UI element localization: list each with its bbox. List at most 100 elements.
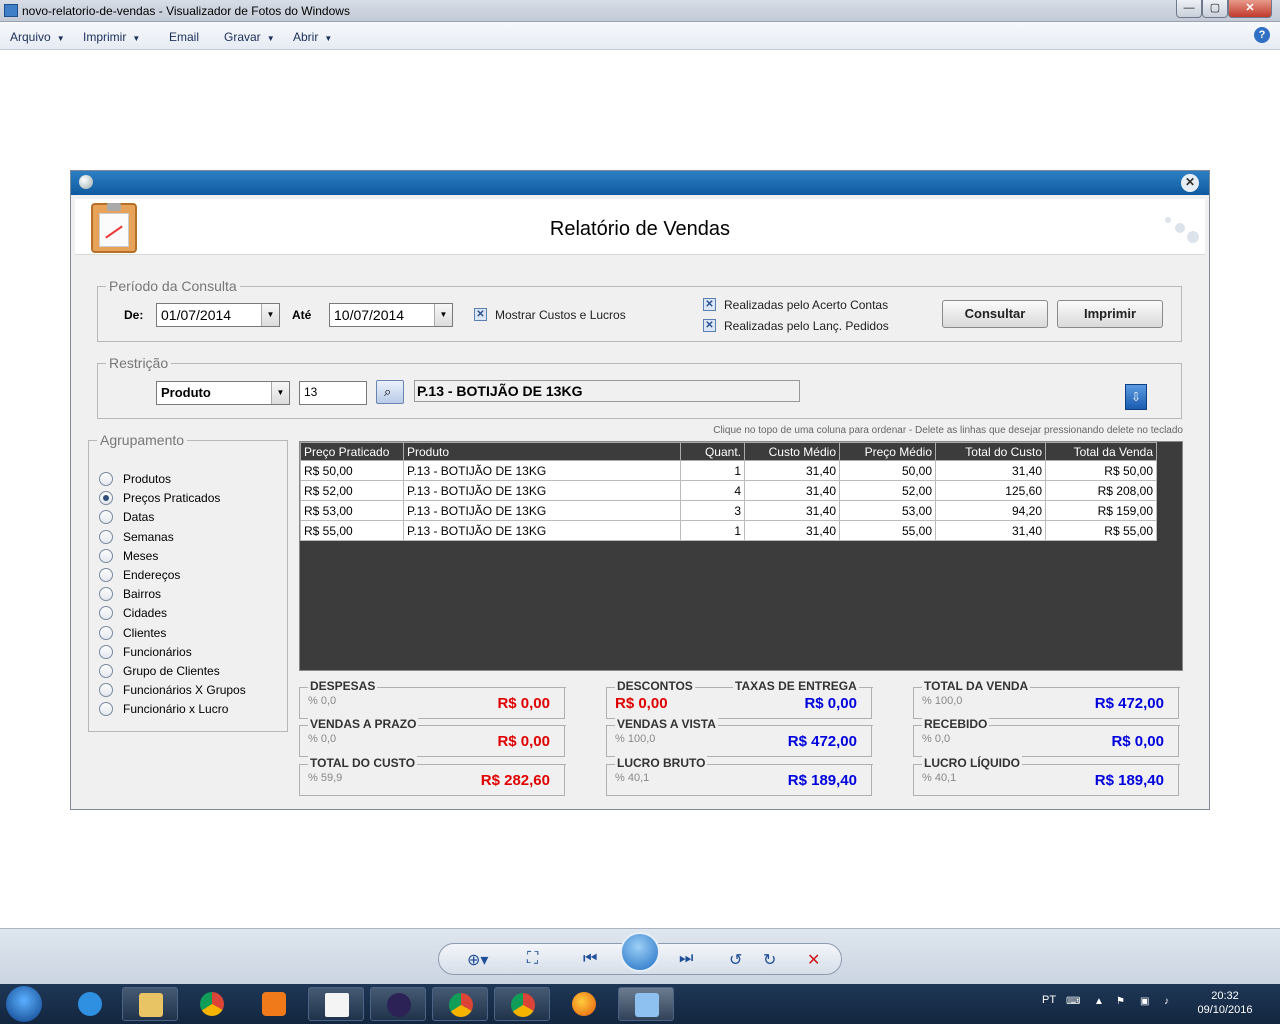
previous-icon[interactable]: ⏮ <box>583 950 597 968</box>
sales-grid[interactable]: Preço Praticado Produto Quant. Custo Médio P… <box>299 441 1183 671</box>
consultar-button[interactable]: Consultar <box>942 300 1048 328</box>
delete-icon[interactable]: ✕ <box>807 950 820 970</box>
menu-gravar[interactable]: Gravar ▼ <box>224 30 275 44</box>
report-window: ✕ Relatório de Vendas Período da Consult… <box>70 170 1210 810</box>
network-icon[interactable]: ▣ <box>1140 996 1152 1008</box>
taskbar-explorer[interactable] <box>122 987 178 1021</box>
radio-button[interactable] <box>99 510 113 525</box>
rotate-left-icon[interactable]: ↺ <box>729 950 742 970</box>
total-venda-box: TOTAL DA VENDA % 100,0 R$ 472,00 <box>913 679 1180 719</box>
menu-abrir[interactable]: Abrir ▼ <box>293 30 332 44</box>
firefox-icon <box>572 992 596 1016</box>
viewer-menubar: Arquivo ▼ Imprimir ▼ Email Gravar ▼ Abrir ▼ <box>0 22 1280 50</box>
search-product-button[interactable]: ⌕ <box>376 380 404 404</box>
table-cell: R$ 53,00 <box>300 500 404 521</box>
eclipse-icon <box>387 993 411 1017</box>
table-cell: 1 <box>680 520 745 541</box>
imprimir-button[interactable]: Imprimir <box>1057 300 1163 328</box>
column-header[interactable]: Produto <box>403 442 681 461</box>
table-row[interactable]: R$ 55,00 P.13 - BOTIJÃO DE 13KG 1 31,40 55,0… <box>300 520 1157 541</box>
table-cell: P.13 - BOTIJÃO DE 13KG <box>403 480 681 501</box>
table-cell: 50,00 <box>839 460 936 481</box>
download-arrow-icon[interactable]: ⇩ <box>1125 384 1147 410</box>
taskbar-chrome-3[interactable] <box>494 987 550 1021</box>
taskbar-photo-viewer[interactable] <box>618 987 674 1021</box>
acerto-contas-checkbox[interactable]: ✕ <box>703 298 716 311</box>
slideshow-button[interactable] <box>620 932 660 972</box>
mostrar-custos-checkbox[interactable]: ✕ <box>474 308 487 321</box>
chevron-down-icon[interactable]: ▼ <box>261 304 279 326</box>
sales-table[interactable]: Preço Praticado Produto Quant. Custo Médio P… <box>300 442 1157 541</box>
menu-imprimir[interactable]: Imprimir ▼ <box>83 30 140 44</box>
zoom-icon[interactable]: ⊕▾ <box>467 950 488 970</box>
actual-size-icon[interactable]: ⛶ <box>527 950 538 968</box>
vendas-vista-box: VENDAS A VISTA % 100,0 R$ 472,00 <box>606 717 873 757</box>
vendas-vista-pct: % 100,0 <box>615 733 656 745</box>
next-icon[interactable]: ⏭ <box>679 950 693 968</box>
radio-button[interactable] <box>99 702 113 717</box>
column-header[interactable]: Quant. <box>680 442 745 461</box>
periodo-group: Período da Consulta De: 01/07/2014 ▼ Até… <box>97 278 1182 342</box>
minimize-button[interactable]: — <box>1176 0 1202 18</box>
column-header[interactable]: Preço Médio <box>839 442 936 461</box>
chrome-icon <box>449 993 473 1017</box>
radio-button[interactable] <box>99 472 113 486</box>
vendas-prazo-box: VENDAS A PRAZO % 0,0 R$ 0,00 <box>299 717 566 757</box>
radio-button[interactable] <box>99 491 113 506</box>
tray-expand-icon[interactable]: ▲ <box>1094 996 1106 1008</box>
date-from-combo[interactable]: 01/07/2014 ▼ <box>156 303 280 327</box>
radio-button[interactable] <box>99 568 113 582</box>
product-code-input[interactable]: 13 <box>299 381 367 405</box>
rotate-right-icon[interactable]: ↻ <box>763 950 776 970</box>
lanc-pedidos-checkbox[interactable]: ✕ <box>703 319 716 332</box>
taxas-entrega-value: R$ 0,00 <box>804 695 857 712</box>
chevron-down-icon: ▼ <box>56 34 65 43</box>
menu-arquivo[interactable]: Arquivo ▼ <box>10 30 65 44</box>
chevron-down-icon[interactable]: ▼ <box>271 382 289 404</box>
table-row[interactable]: R$ 53,00 P.13 - BOTIJÃO DE 13KG 3 31,40 53,0… <box>300 500 1157 521</box>
taskbar-notepad[interactable] <box>308 987 364 1021</box>
radio-label: Grupo de Clientes <box>123 664 220 678</box>
radio-button[interactable] <box>99 587 113 602</box>
restricao-type-combo[interactable]: Produto ▼ <box>156 381 290 405</box>
column-header[interactable]: Total do Custo <box>935 442 1046 461</box>
tray-clock[interactable]: 20:32 09/10/2016 <box>1190 989 1260 1017</box>
radio-button[interactable] <box>99 683 113 698</box>
radio-label: Endereços <box>123 568 181 582</box>
radio-button[interactable] <box>99 529 113 544</box>
taskbar-eclipse[interactable] <box>370 987 426 1021</box>
lucro-bruto-value: R$ 189,40 <box>787 772 857 789</box>
volume-icon[interactable]: ♪ <box>1164 996 1176 1008</box>
radio-button[interactable] <box>99 606 113 621</box>
tray-language[interactable]: PT <box>1042 994 1056 1006</box>
close-button[interactable]: ✕ <box>1228 0 1272 18</box>
radio-button[interactable] <box>99 644 113 659</box>
menu-email[interactable]: Email <box>169 30 199 44</box>
taskbar-chrome[interactable] <box>184 987 240 1021</box>
radio-button[interactable] <box>99 548 113 563</box>
photo-viewer-icon <box>4 4 18 17</box>
help-icon[interactable]: ? <box>1254 27 1270 43</box>
table-row[interactable]: R$ 52,00 P.13 - BOTIJÃO DE 13KG 4 31,40 52,0… <box>300 480 1157 501</box>
taskbar-ie[interactable] <box>62 987 118 1021</box>
column-header[interactable]: Total da Venda <box>1045 442 1157 461</box>
date-to-combo[interactable]: 10/07/2014 ▼ <box>329 303 453 327</box>
keyboard-icon[interactable]: ⌨ <box>1066 996 1080 1008</box>
radio-button[interactable] <box>99 625 113 640</box>
table-cell: R$ 50,00 <box>1045 460 1157 481</box>
clock-date: 09/10/2016 <box>1197 1004 1253 1016</box>
taskbar-firefox[interactable] <box>556 987 612 1021</box>
column-header[interactable]: Preço Praticado <box>300 442 404 461</box>
column-header[interactable]: Custo Médio <box>744 442 840 461</box>
table-cell: 31,40 <box>744 520 840 541</box>
chevron-down-icon[interactable]: ▼ <box>434 304 452 326</box>
flag-icon[interactable]: ⚑ <box>1116 996 1128 1008</box>
taskbar-media[interactable] <box>246 987 302 1021</box>
start-button[interactable] <box>6 986 42 1022</box>
table-row[interactable]: R$ 50,00 P.13 - BOTIJÃO DE 13KG 1 31,40 50,0… <box>300 460 1157 481</box>
lucro-liquido-pct: % 40,1 <box>922 772 957 784</box>
radio-button[interactable] <box>99 664 113 678</box>
maximize-button[interactable]: ▢ <box>1202 0 1228 18</box>
taskbar-chrome-2[interactable] <box>432 987 488 1021</box>
report-close-button[interactable]: ✕ <box>1181 174 1199 192</box>
